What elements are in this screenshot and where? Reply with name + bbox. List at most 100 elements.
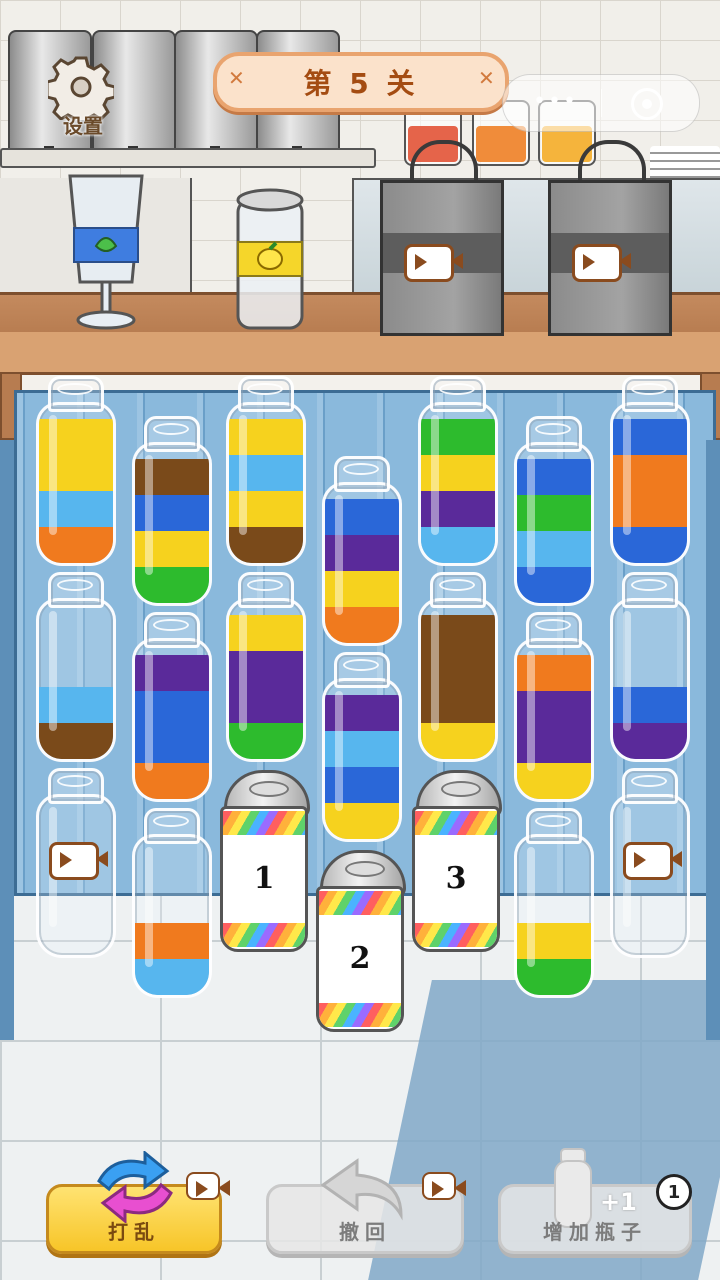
shuffle-icon: [97, 1151, 173, 1223]
bottle-neck: [622, 572, 678, 608]
more-icon[interactable]: •••: [533, 89, 578, 114]
mystery-cup-1[interactable]: 1: [218, 770, 310, 952]
bottle-7[interactable]: [606, 376, 690, 566]
close-target-icon[interactable]: [631, 88, 663, 120]
glass-shine: [623, 415, 631, 535]
bottle-glass: [132, 442, 212, 606]
bottle-5[interactable]: [222, 572, 306, 762]
bottle-4[interactable]: [318, 456, 402, 646]
bottle-glass: [36, 598, 116, 762]
video-icon[interactable]: [404, 244, 463, 282]
bottle-glass: [514, 834, 594, 998]
bottle-12[interactable]: [414, 572, 498, 762]
video-icon[interactable]: [572, 244, 631, 282]
bottle-1[interactable]: [32, 376, 116, 566]
glass-shine: [145, 651, 153, 771]
cup-number: 1: [253, 860, 275, 896]
bottle-18[interactable]: [606, 768, 690, 958]
bottle-glass: [418, 402, 498, 566]
bottle-neck: [430, 376, 486, 412]
add-bottle-count-badge: 1: [656, 1174, 692, 1210]
bottle-2[interactable]: [128, 416, 212, 606]
glass-shine: [145, 847, 153, 967]
bottle-8[interactable]: [32, 572, 116, 762]
rainbow-band: [223, 811, 305, 835]
bottle-17[interactable]: [510, 808, 594, 998]
bottle-neck: [334, 456, 390, 492]
mystery-bag-right[interactable]: [548, 140, 672, 336]
bottle-neck: [48, 572, 104, 608]
mystery-cup-2[interactable]: 2: [314, 850, 406, 1032]
bottle-glass: [36, 402, 116, 566]
bottle-9[interactable]: [128, 612, 212, 802]
bottle-neck: [144, 416, 200, 452]
bottle-neck: [238, 376, 294, 412]
bottle-glass: [226, 402, 306, 566]
bottle-neck: [48, 376, 104, 412]
glass-shine: [335, 691, 343, 811]
glass-shine: [527, 651, 535, 771]
mystery-bag-left[interactable]: [380, 140, 504, 336]
level-banner: 第 5 关: [213, 52, 509, 112]
cabinet-side: [706, 440, 720, 1040]
settings-label: 设置: [63, 114, 103, 138]
bottle-11[interactable]: [318, 652, 402, 842]
level-title: 第 5 关: [303, 67, 419, 100]
mini-program-capsule[interactable]: •••: [502, 74, 700, 132]
bottle-glass: [610, 402, 690, 566]
bottle-neck: [526, 808, 582, 844]
bottle-glass: [226, 598, 306, 762]
glass-shine: [431, 611, 439, 731]
video-icon[interactable]: [49, 842, 108, 880]
bottle-16[interactable]: [128, 808, 212, 998]
rainbow-band: [319, 1003, 401, 1027]
bottle-6[interactable]: [510, 416, 594, 606]
leaf-glass-icon: [68, 174, 144, 330]
glass-shine: [239, 415, 247, 535]
bottle-neck: [144, 612, 200, 648]
glass-shine: [335, 495, 343, 615]
shuffle-label: 打乱: [108, 1220, 160, 1244]
rainbow-band: [223, 923, 305, 947]
cup-body: 3: [412, 806, 500, 952]
banner-sparkle-icon: ✕: [228, 66, 245, 90]
bottle-glass: [514, 442, 594, 606]
bottle-glass: [610, 598, 690, 762]
glass-shine: [49, 415, 57, 535]
settings-button[interactable]: 设置: [38, 48, 128, 138]
bottle-neck: [526, 416, 582, 452]
mystery-cup-3[interactable]: 3: [410, 770, 502, 952]
banner-sparkle-icon: ✕: [478, 66, 495, 90]
bottle-neck: [622, 768, 678, 804]
rainbow-band: [415, 811, 497, 835]
rainbow-band: [415, 923, 497, 947]
glass-shine: [527, 847, 535, 967]
cup-body: 1: [220, 806, 308, 952]
video-icon: [186, 1172, 230, 1200]
undo-icon: [320, 1158, 403, 1221]
undo-label: 撤回: [339, 1220, 391, 1244]
cabinet-side: [0, 440, 14, 1040]
cup-body: 2: [316, 886, 404, 1032]
cup-number: 2: [349, 940, 371, 976]
bottle-13[interactable]: [510, 612, 594, 802]
bottle-neck: [48, 768, 104, 804]
cup-number: 3: [445, 860, 467, 896]
bottle-10[interactable]: [414, 376, 498, 566]
glass-shine: [49, 611, 57, 731]
lemon-can-icon: [236, 188, 304, 330]
capsule-divider: [601, 89, 602, 117]
video-icon: [422, 1172, 466, 1200]
bottle-neck: [334, 652, 390, 688]
bottle-neck: [622, 376, 678, 412]
bottle-15[interactable]: [32, 768, 116, 958]
add-bottle-label: 增加瓶子: [543, 1220, 647, 1244]
video-icon[interactable]: [623, 842, 682, 880]
bottle-14[interactable]: [606, 572, 690, 762]
bottle-neck: [144, 808, 200, 844]
bottle-glass: [132, 834, 212, 998]
bottle-3[interactable]: [222, 376, 306, 566]
bottle-glass: [418, 598, 498, 762]
back-shelf: [0, 148, 376, 168]
glass-shine: [431, 415, 439, 535]
